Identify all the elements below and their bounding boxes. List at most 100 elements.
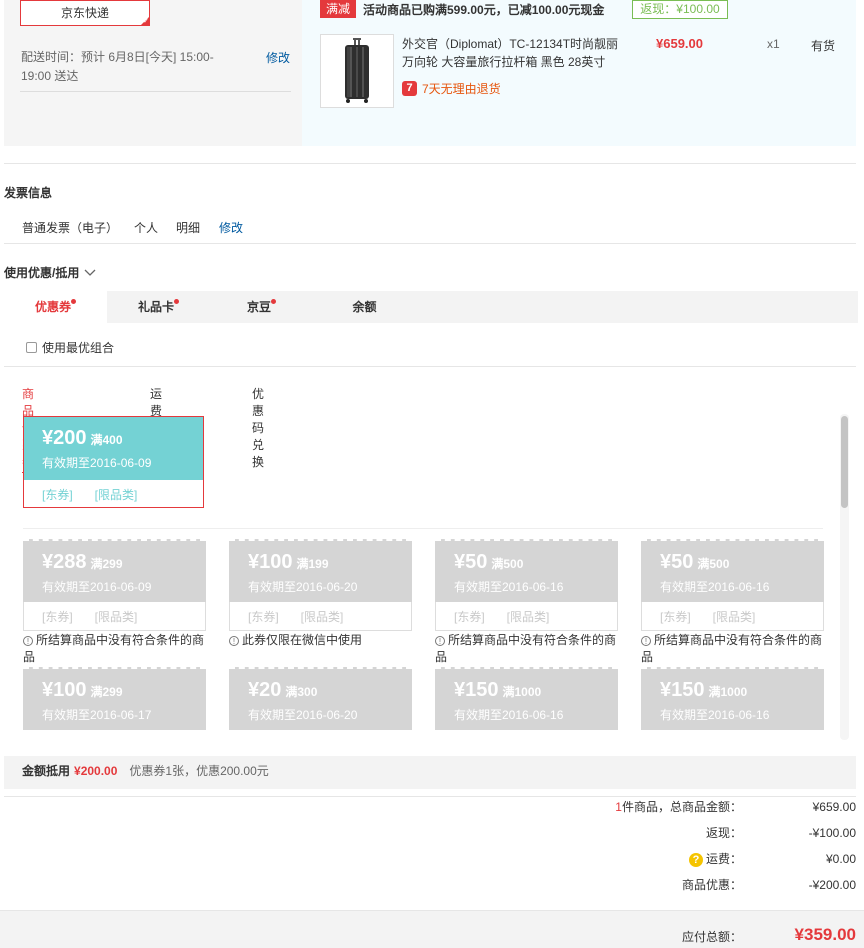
cashback-value: -¥100.00 — [808, 826, 856, 840]
coupon-card-unavailable: ¥50 满500 有效期至2016-06-16 [东券] [限品类] — [435, 539, 618, 631]
coupon-card-selected[interactable]: ¥200 满400 有效期至2016-06-09 [东券] [限品类] — [23, 416, 204, 508]
coupon-note: ! 此券仅限在微信中使用 — [229, 632, 412, 649]
coupon-expiry: 有效期至2016-06-16 — [660, 580, 770, 594]
coupon-condition: 满500 — [697, 557, 730, 571]
coupon-expiry: 有效期至2016-06-20 — [248, 580, 358, 594]
help-icon[interactable]: ? — [688, 852, 703, 867]
delivery-method-button[interactable]: 京东快递 ✓ — [20, 0, 150, 26]
coupon-type: [东券] — [248, 610, 279, 624]
chevron-down-icon — [84, 269, 96, 276]
coupons-title: 使用优惠/抵用 — [4, 266, 80, 280]
product-name[interactable]: 外交官（Diplomat）TC-12134T时尚靓丽万向轮 大容量旅行拉杆箱 黑… — [402, 35, 627, 71]
coupon-expiry: 有效期至2016-06-16 — [454, 708, 564, 722]
optimal-checkbox[interactable] — [26, 342, 37, 353]
check-icon: ✓ — [143, 18, 149, 25]
discount-summary-label: 商品优惠： — [681, 878, 742, 892]
shipping-label: ? 运费： — [688, 846, 742, 872]
goods-total-value: ¥659.00 — [812, 800, 856, 814]
suitcase-icon — [345, 38, 369, 103]
coupon-card-unavailable: ¥50 满500 有效期至2016-06-16 [东券] [限品类] — [641, 539, 824, 631]
cashback-label: 返现： — [705, 826, 742, 840]
divider — [20, 91, 291, 92]
optimal-combination-option[interactable]: 使用最优组合 — [26, 339, 114, 356]
coupon-amount: ¥200 — [42, 427, 87, 449]
tab-label: 京豆 — [246, 300, 271, 314]
coupon-condition: 满1000 — [502, 685, 542, 699]
coupon-type: [东券] — [454, 610, 485, 624]
product-image[interactable] — [320, 34, 394, 108]
coupon-type: [东券] — [660, 610, 691, 624]
divider — [4, 163, 856, 164]
tab-jd-beans[interactable]: 京豆 — [210, 291, 313, 323]
coupon-note-text: 所结算商品中没有符合条件的商品 — [641, 633, 823, 664]
coupon-condition: 满300 — [285, 685, 318, 699]
coupon-amount: ¥50 — [454, 551, 488, 573]
coupon-scope: [限品类] — [300, 610, 344, 624]
info-icon: ! — [229, 635, 239, 646]
coupon-note-text: 所结算商品中没有符合条件的商品 — [435, 633, 617, 664]
tab-label: 优惠券 — [34, 300, 71, 314]
coupon-amount: ¥100 — [248, 551, 293, 573]
product-price: ¥659.00 — [656, 36, 703, 51]
tab-coupons[interactable]: 优惠券 — [4, 291, 107, 323]
coupon-expiry: 有效期至2016-06-20 — [248, 708, 358, 722]
coupon-note: ! 所结算商品中没有符合条件的商品 — [435, 632, 618, 666]
return-policy: 7 7天无理由退货 — [402, 80, 501, 97]
info-icon: ! — [23, 635, 33, 646]
discount-detail: 优惠券1张，优惠200.00元 — [129, 764, 269, 778]
coupon-note: ! 所结算商品中没有符合条件的商品 — [23, 632, 206, 666]
coupon-condition: 满299 — [90, 685, 123, 699]
item-count: 1 — [615, 800, 622, 814]
summary-shipping: ? 运费： ¥0.00 — [416, 846, 856, 872]
coupon-amount: ¥288 — [42, 551, 87, 573]
coupon-expiry: 有效期至2016-06-17 — [42, 708, 152, 722]
edit-delivery-time-link[interactable]: 修改 — [266, 49, 290, 66]
discount-amount: ¥200.00 — [74, 764, 118, 778]
info-icon: ! — [435, 635, 445, 646]
tab-label: 余额 — [352, 300, 377, 314]
coupon-expiry: 有效期至2016-06-09 — [42, 456, 152, 470]
payable-label: 应付总额： — [681, 930, 742, 944]
summary-discount: 商品优惠： -¥200.00 — [416, 872, 856, 898]
coupon-amount: ¥100 — [42, 679, 87, 701]
coupon-type: [东券] — [42, 488, 73, 502]
tab-balance[interactable]: 余额 — [313, 291, 416, 323]
coupon-note-text: 所结算商品中没有符合条件的商品 — [23, 633, 205, 664]
coupon-scope: [限品类] — [712, 610, 756, 624]
tab-gift-cards[interactable]: 礼品卡 — [107, 291, 210, 323]
coupon-scrollbar-thumb[interactable] — [841, 416, 848, 508]
optimal-label: 使用最优组合 — [42, 341, 115, 355]
delivery-time: 配送时间：预计 6月8日[今天] 15:00-19:00 送达 — [21, 50, 214, 83]
summary-label: 1件商品，总商品金额： — [615, 794, 742, 820]
shipping-value: ¥0.00 — [825, 852, 856, 866]
new-dot — [174, 299, 179, 304]
coupon-condition: 满1000 — [708, 685, 748, 699]
subtab-label: 优惠码兑换 — [252, 387, 265, 469]
coupons-toggle[interactable]: 使用优惠/抵用 — [4, 264, 96, 281]
coupon-expiry: 有效期至2016-06-09 — [42, 580, 152, 594]
return-policy-text: 7天无理由退货 — [422, 82, 501, 96]
coupon-card-unavailable: ¥100 满199 有效期至2016-06-20 [东券] [限品类] — [229, 539, 412, 631]
summary-cashback: 返现： -¥100.00 — [416, 820, 856, 846]
summary-goods-total: 1件商品，总商品金额： ¥659.00 — [416, 794, 856, 820]
coupon-type: [东券] — [42, 610, 73, 624]
divider — [23, 528, 823, 529]
invoice-content: 明细 — [176, 221, 201, 235]
coupon-note: ! 所结算商品中没有符合条件的商品 — [641, 632, 824, 666]
new-dot — [71, 299, 76, 304]
coupon-scope: [限品类] — [94, 610, 138, 624]
coupon-condition: 满299 — [90, 557, 123, 571]
edit-invoice-link[interactable]: 修改 — [219, 219, 243, 236]
stock-status: 有货 — [811, 39, 836, 53]
coupon-amount: ¥50 — [660, 551, 694, 573]
coupon-scope: [限品类] — [94, 488, 138, 502]
coupon-expiry: 有效期至2016-06-16 — [454, 580, 564, 594]
coupon-expiry: 有效期至2016-06-16 — [660, 708, 770, 722]
coupon-scope: [限品类] — [506, 610, 550, 624]
discount-summary-bar: 金额抵用 ¥200.00 优惠券1张，优惠200.00元 — [4, 756, 856, 789]
coupon-condition: 满500 — [491, 557, 524, 571]
promo-tag: 满减 — [320, 0, 356, 18]
coupon-note-text: 此券仅限在微信中使用 — [242, 633, 363, 647]
invoice-holder: 个人 — [134, 221, 159, 235]
coupon-tabs: 优惠券 礼品卡 京豆 余额 — [4, 291, 858, 323]
